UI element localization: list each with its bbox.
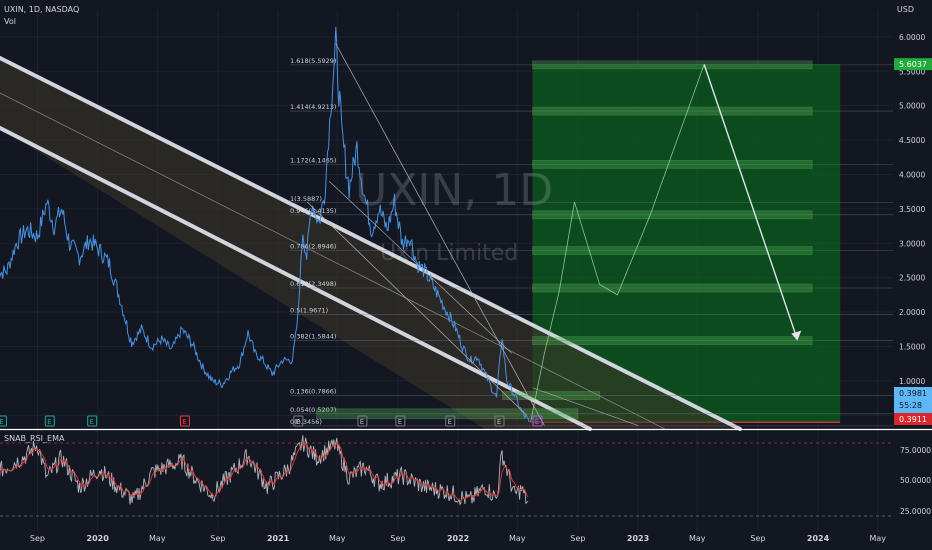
price-tick-label: 1.0000 (899, 377, 925, 386)
rsi-level-label: 25.0000 (900, 507, 931, 516)
chart-root: UXIN, 1D Uxin Limited 1.618(5.5929) 1.414(4… (0, 0, 932, 550)
bottom-price-badge-text: 0.3911 (899, 415, 927, 424)
earnings-marker-label: E (296, 418, 300, 426)
fib-target-box (532, 60, 813, 70)
time-tick-label: Sep (750, 534, 765, 543)
time-tick-label: 2023 (627, 534, 649, 543)
fib-target-box (532, 210, 813, 220)
price-tick-label: 2.0000 (899, 308, 925, 317)
time-tick-label: May (329, 534, 346, 543)
volume-label: Vol (4, 17, 16, 26)
currency-label: USD (896, 5, 914, 14)
last-price-badge-text: 0.3981 (899, 389, 927, 398)
price-tick-label: 3.0000 (899, 239, 925, 248)
time-tick-label: Sep (30, 534, 45, 543)
fib-level-label: 0.136(0.7866) (290, 388, 336, 396)
fib-level-label: 0.618(2.3498) (290, 280, 336, 288)
time-tick-label: 2021 (267, 534, 290, 543)
rsi-level-label: 50.0000 (900, 476, 931, 485)
earnings-marker-label: E (360, 418, 364, 426)
time-tick-label: 2022 (447, 534, 469, 543)
fib-level-label: 0.786(2.8946) (290, 243, 336, 251)
fib-target-box (532, 160, 813, 169)
time-tick-label: May (149, 534, 166, 543)
time-tick-label: Sep (210, 534, 225, 543)
earnings-marker-label: E (0, 418, 4, 426)
time-tick-label: May (509, 534, 526, 543)
earnings-marker-label: E (47, 418, 51, 426)
watermark-subtitle: Uxin Limited (380, 241, 518, 266)
fib-level-label: 0.382(1.5844) (290, 333, 336, 341)
fib-target-box (532, 106, 813, 116)
time-tick-label: Sep (390, 534, 405, 543)
chart-svg[interactable]: UXIN, 1D Uxin Limited 1.618(5.5929) 1.414(4… (0, 0, 932, 550)
fib-level-label: 1.172(4.1465) (290, 156, 336, 164)
time-tick-label: May (689, 534, 706, 543)
fib-target-box (532, 283, 813, 293)
fib-level-label: 1(3.5887) (290, 195, 322, 203)
rsi-indicator-label[interactable]: SNAB_RSI_EMA (4, 434, 64, 443)
fib-target-box (532, 246, 813, 255)
price-tick-label: 6.0000 (899, 33, 925, 42)
earnings-marker-label: E (182, 418, 186, 426)
fib-target-box (532, 336, 813, 345)
watermark-title: UXIN, 1D (355, 165, 553, 216)
time-tick-label: May (869, 534, 886, 543)
price-tick-label: 1.5000 (899, 342, 925, 351)
countdown-badge-text: 55:28 (899, 401, 922, 410)
fib-level-label: 1.414(4.9213) (290, 103, 336, 111)
price-tick-label: 3.5000 (899, 205, 925, 214)
price-tick-label: 4.0000 (899, 170, 925, 179)
time-tick-label: Sep (570, 534, 585, 543)
earnings-marker-label: E (90, 418, 94, 426)
fib-level-label: 0.5(1.9671) (290, 306, 328, 314)
target-price-badge-text: 5.6037 (899, 60, 927, 69)
rsi-level-label: 75.0000 (900, 446, 931, 455)
earnings-marker-label: E (448, 418, 452, 426)
fib-level-label: 1.618(5.5929) (290, 57, 336, 65)
earnings-marker-label: E (535, 418, 539, 426)
price-tick-label: 2.5000 (899, 274, 925, 283)
time-tick-label: 2024 (807, 534, 830, 543)
earnings-marker-label: E (398, 418, 402, 426)
symbol-line[interactable]: UXIN, 1D, NASDAQ (4, 5, 79, 14)
price-tick-label: 4.5000 (899, 136, 925, 145)
price-tick-label: 5.0000 (899, 102, 925, 111)
time-tick-label: 2020 (87, 534, 110, 543)
earnings-marker-label: E (497, 418, 501, 426)
